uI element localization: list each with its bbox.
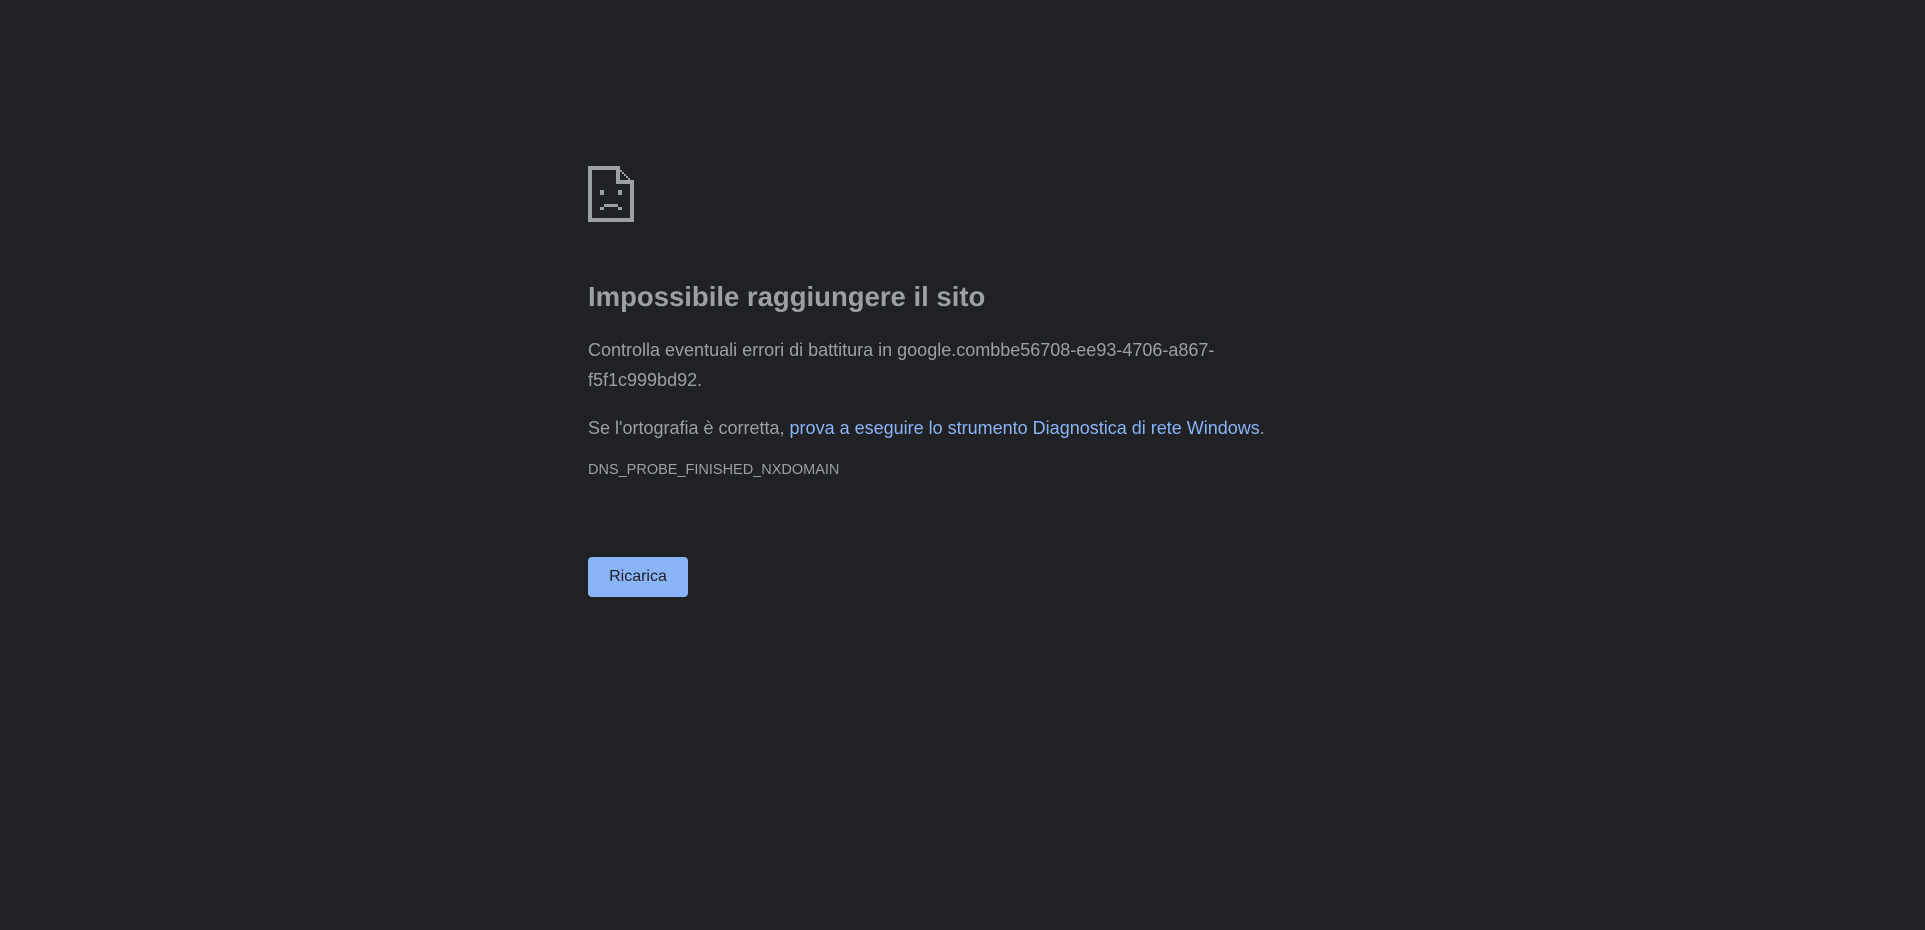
spelling-prefix: Se l'ortografia è corretta, xyxy=(588,418,790,438)
error-page: Impossibile raggiungere il sito Controll… xyxy=(0,0,1925,930)
network-diagnostics-link[interactable]: prova a eseguire lo strumento Diagnostic… xyxy=(790,418,1260,438)
error-description: Controlla eventuali errori di battitura … xyxy=(588,335,1278,395)
sad-page-icon xyxy=(588,166,634,222)
page-title: Impossibile raggiungere il sito xyxy=(588,281,986,312)
error-code: DNS_PROBE_FINISHED_NXDOMAIN xyxy=(588,462,840,478)
spelling-suffix: . xyxy=(1259,418,1265,438)
error-content: Impossibile raggiungere il sito Controll… xyxy=(588,166,1348,480)
description-prefix: Controlla eventuali errori di battitura … xyxy=(588,340,898,360)
description-suffix: . xyxy=(697,370,703,390)
reload-button[interactable]: Ricarica xyxy=(588,557,688,597)
spelling-suggestion: Se l'ortografia è corretta, prova a eseg… xyxy=(588,413,1348,443)
